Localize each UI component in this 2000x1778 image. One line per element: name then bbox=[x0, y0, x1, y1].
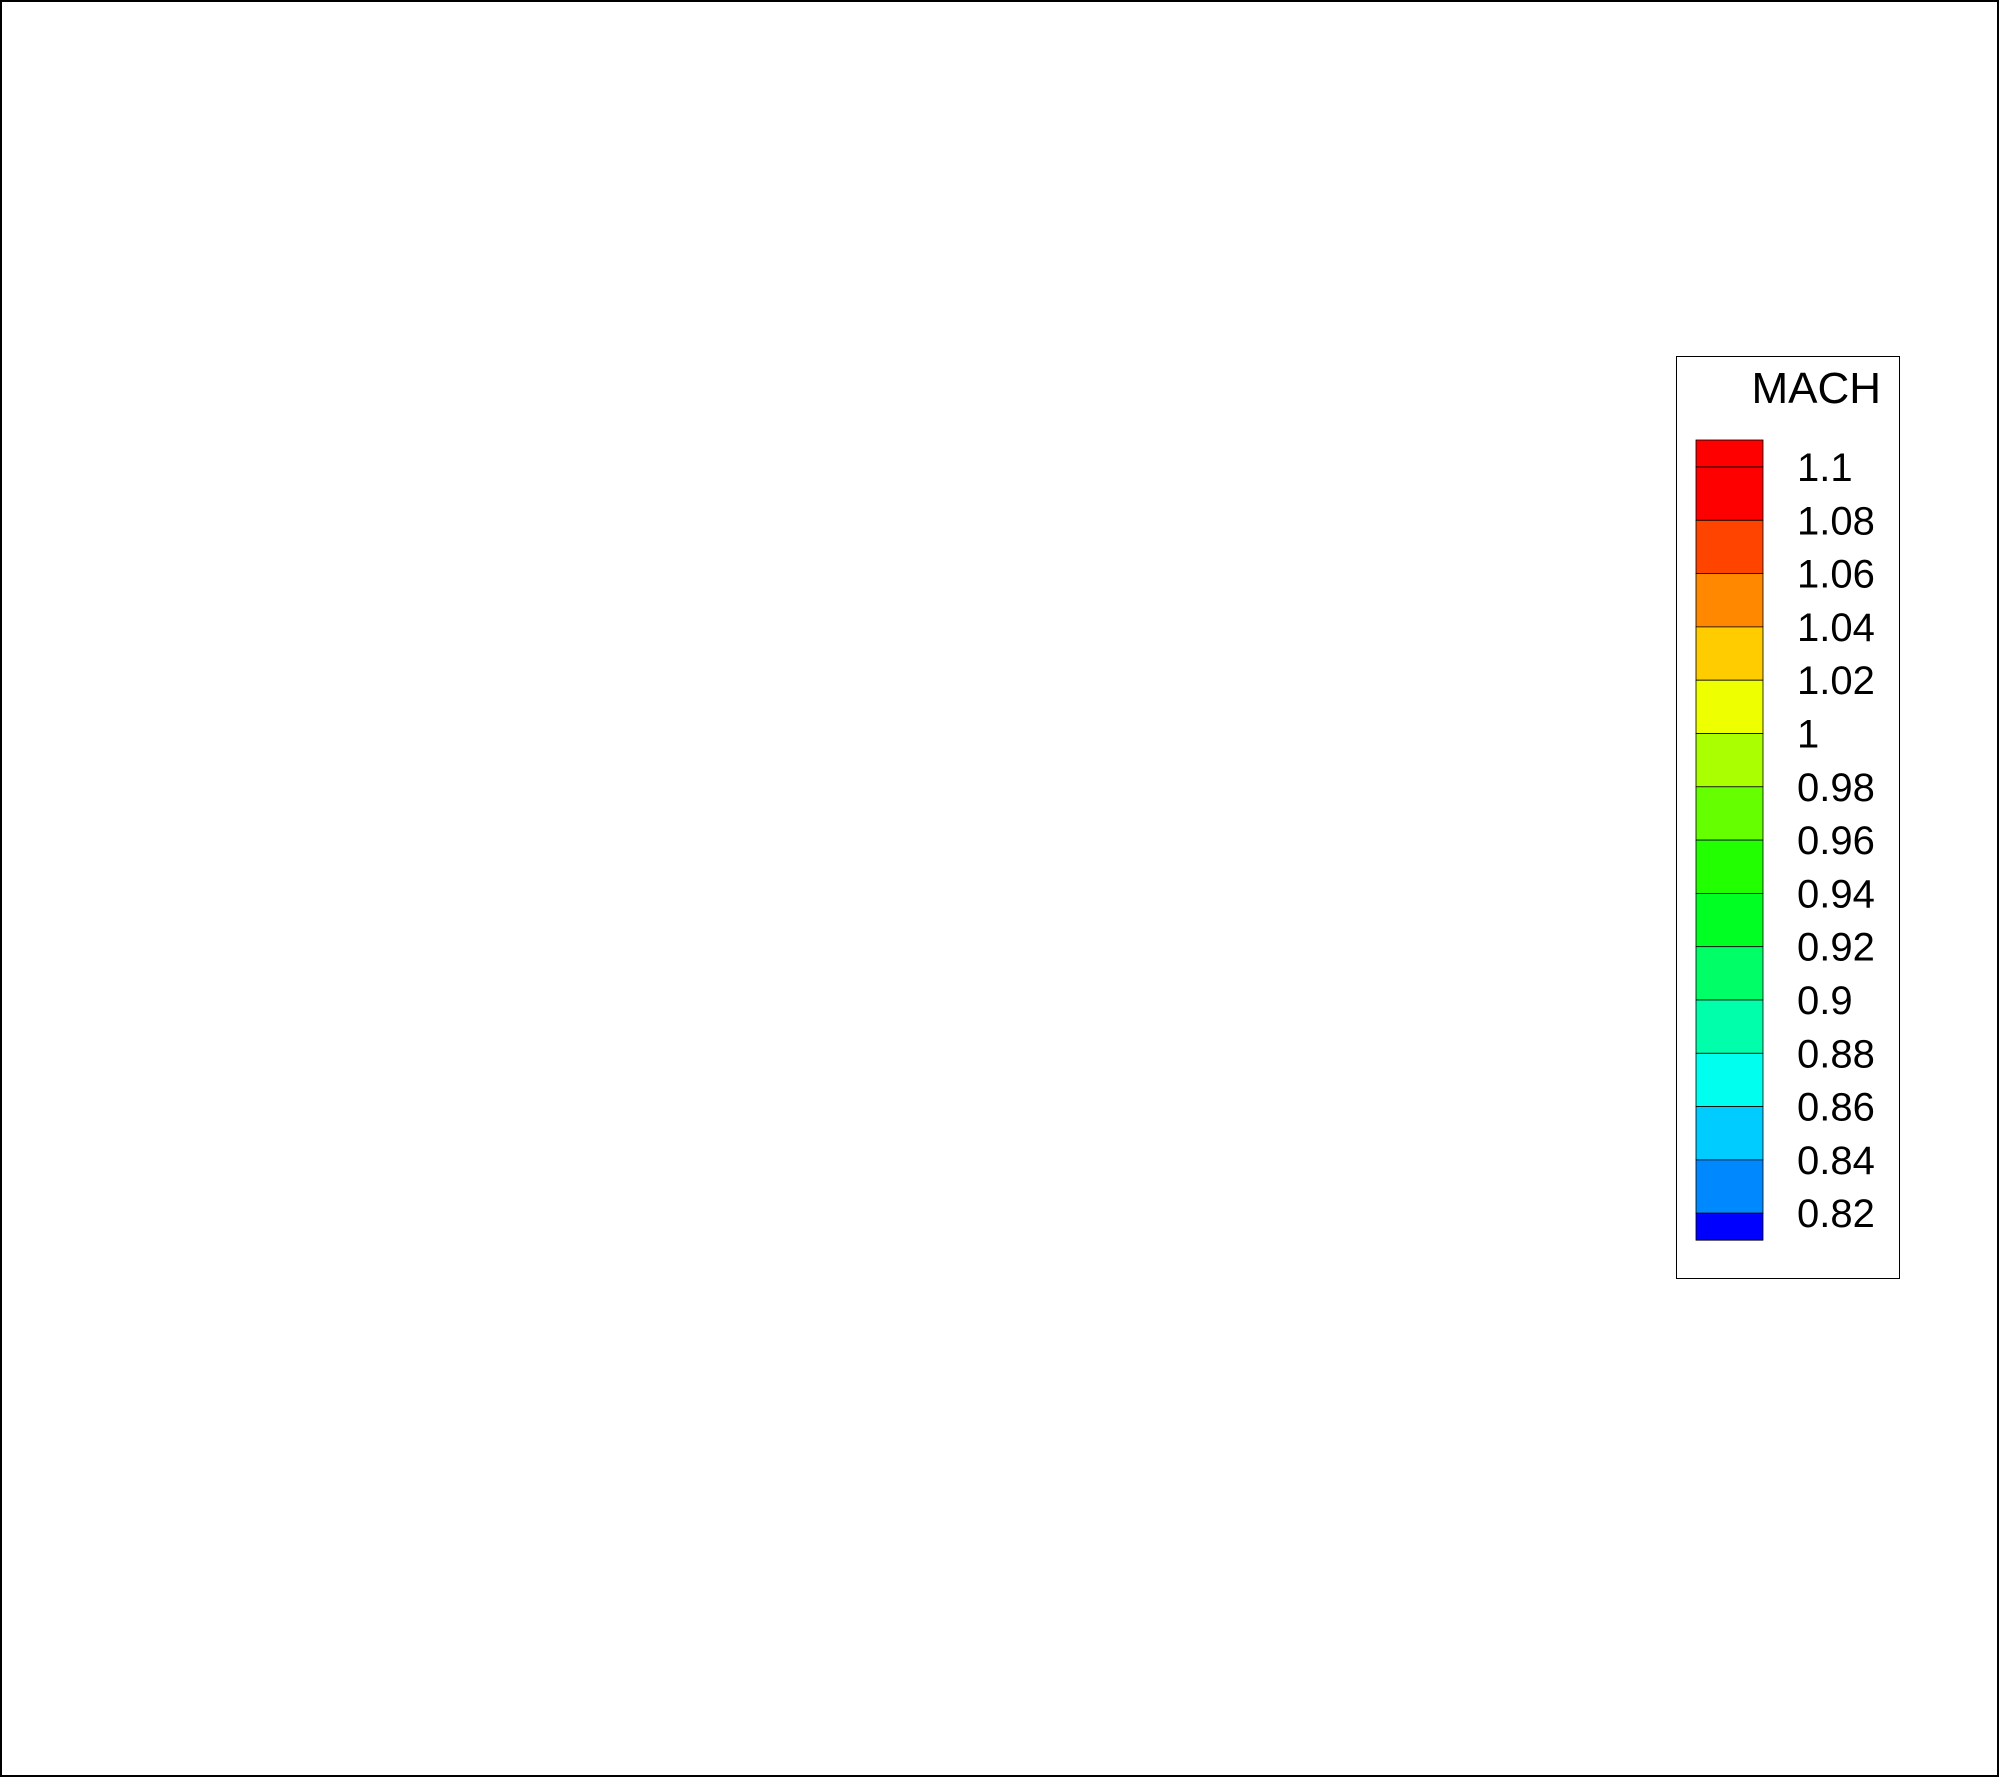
legend-swatch-top bbox=[1695, 439, 1764, 468]
legend-tick-label: 1.02 bbox=[1797, 659, 1875, 703]
legend-tick-label: 0.9 bbox=[1797, 979, 1853, 1023]
legend-swatch bbox=[1695, 946, 1764, 1001]
legend-title: MACH bbox=[1751, 364, 1881, 413]
legend-tick-label: 0.96 bbox=[1797, 819, 1875, 863]
legend-colorbar: 1.1 1.08 1.06 1.04 1.02 1 0.98 0.96 0.94 0.92 0.9 0… bbox=[1695, 439, 1875, 1241]
legend-swatch bbox=[1695, 626, 1764, 681]
legend-tick-label: 1.04 bbox=[1797, 606, 1875, 650]
plot-frame: 1.1 1.08 1.06 1.04 1.02 1 0.98 0.96 0.94 0.92 0.9 0… bbox=[0, 0, 1999, 1777]
legend-swatch bbox=[1695, 733, 1764, 788]
legend-swatch bbox=[1695, 1052, 1764, 1107]
contour-plot-area bbox=[4, 4, 1604, 1774]
legend-tick-label: 1.06 bbox=[1797, 553, 1875, 597]
legend-swatch bbox=[1695, 1212, 1764, 1241]
legend-tick-label: 1 bbox=[1797, 713, 1819, 757]
legend-tick-label: 1.1 bbox=[1797, 446, 1853, 490]
legend-tick-label: 0.98 bbox=[1797, 766, 1875, 810]
legend-tick-label: 0.82 bbox=[1797, 1192, 1875, 1236]
legend-tick-label: 0.84 bbox=[1797, 1139, 1875, 1183]
legend-swatch bbox=[1695, 573, 1764, 628]
legend-swatch bbox=[1695, 679, 1764, 734]
legend-swatch bbox=[1695, 519, 1764, 575]
legend-tick-label: 0.94 bbox=[1797, 872, 1875, 916]
legend-swatch bbox=[1695, 466, 1764, 521]
legend-tick-label: 1.08 bbox=[1797, 499, 1875, 543]
legend-swatch bbox=[1695, 839, 1764, 894]
legend-tick-label: 0.92 bbox=[1797, 926, 1875, 970]
legend-swatch bbox=[1695, 1106, 1764, 1161]
legend-swatch bbox=[1695, 786, 1764, 841]
legend-tick-label: 0.86 bbox=[1797, 1086, 1875, 1130]
legend-tick-label: 0.88 bbox=[1797, 1032, 1875, 1076]
contour-legend: 1.1 1.08 1.06 1.04 1.02 1 0.98 0.96 0.94 0.92 0.9 0… bbox=[1676, 356, 1900, 1279]
legend-swatch bbox=[1695, 999, 1764, 1054]
legend-swatch bbox=[1695, 1159, 1764, 1214]
legend-swatch bbox=[1695, 893, 1764, 948]
